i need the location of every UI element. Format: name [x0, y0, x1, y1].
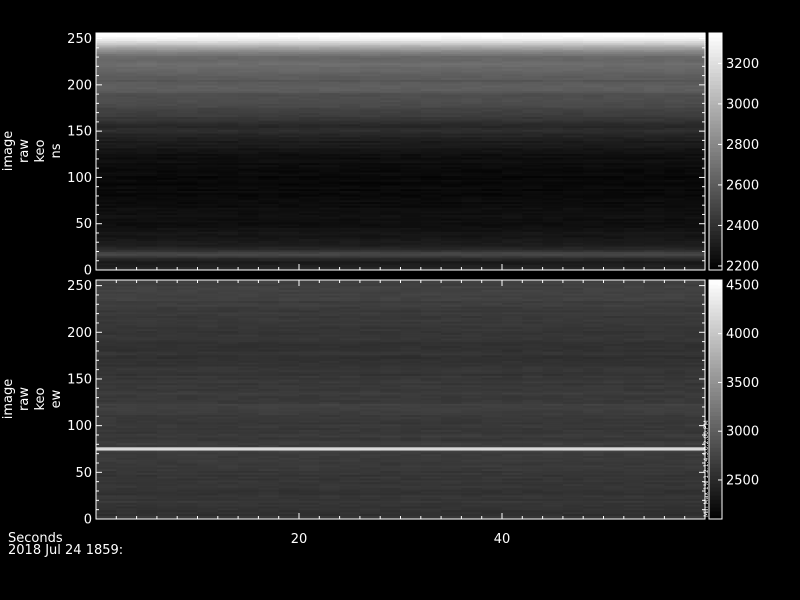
colorbar-cell [709, 179, 722, 184]
colorbar-cell [709, 48, 722, 54]
y-tick-label: 0 [84, 264, 92, 279]
colorbar-cell [709, 84, 722, 89]
colorbar-cell [709, 76, 722, 81]
colorbar-cell [709, 218, 722, 224]
colorbar-cell [709, 64, 722, 70]
colorbar-cell [709, 119, 722, 125]
colorbar-cell [709, 151, 722, 157]
y-tick-label: 250 [67, 32, 92, 47]
keogram-plot-area: 0 50 100 150 200 250 image raw keo ns 2200 2400 2600… [1, 32, 759, 547]
colorbar-cell [709, 72, 722, 78]
colorbar-cell [709, 206, 722, 212]
colorbar-cell [709, 147, 722, 153]
colorbar-cell [709, 115, 722, 121]
y-axis-label-line: image [1, 131, 16, 172]
colorbar-tick-label: 2800 [726, 138, 759, 153]
colorbar-cell [709, 33, 722, 38]
heatmap-image [96, 33, 706, 271]
colorbar-cell [709, 123, 722, 129]
colorbar-cell [709, 198, 722, 204]
y-axis-label: image raw keo ns [1, 131, 64, 172]
colorbar-cell [709, 234, 722, 239]
colorbar-cell [709, 230, 722, 236]
colorbar-cell [709, 194, 722, 200]
colorbar-cell [709, 52, 722, 58]
colorbar-tick-label: 2400 [726, 219, 759, 234]
colorbar-cell [709, 171, 722, 176]
y-axis-label-line: ns [49, 143, 64, 158]
y-tick-label: 50 [75, 217, 92, 232]
colorbar-cell [709, 222, 722, 228]
colorbar-cell [709, 250, 722, 255]
colorbar-cell [709, 254, 722, 259]
heatmap-image [96, 280, 706, 520]
colorbar-cell [709, 96, 722, 101]
colorbar-cell [709, 210, 722, 216]
colorbar-cell [709, 139, 722, 145]
y-axis-label-line: raw [17, 139, 32, 163]
colorbar-cell [709, 159, 722, 164]
keogram-figure: 0 50 100 150 200 250 image raw keo ns 2200 2400 2600… [0, 0, 800, 600]
y-tick-label: 150 [67, 125, 92, 140]
colorbar-cell [709, 56, 722, 62]
colorbar-cell [709, 238, 722, 243]
colorbar-cell [709, 175, 722, 180]
y-tick-label: 200 [67, 78, 92, 93]
colorbar-cell [709, 40, 722, 46]
colorbar-cell [709, 191, 722, 196]
keogram-panel-1: 0 50 100 150 200 250 image raw keo ns 2200 2400 2600… [1, 32, 759, 278]
colorbar-cell [709, 68, 722, 74]
colorbar-cell [709, 246, 722, 251]
colorbar-cell [709, 214, 722, 220]
colorbar-cell [709, 36, 722, 42]
colorbar-cell [709, 258, 722, 263]
colorbar-cell [709, 80, 722, 85]
y-axis-label-line: keo [33, 139, 48, 162]
colorbar-tick-label: 2600 [726, 178, 759, 193]
colorbar-cell [709, 112, 722, 117]
colorbar-cell [709, 88, 722, 93]
y-tick-label: 100 [67, 171, 92, 186]
colorbar-cell [709, 44, 722, 50]
colorbar-cell [709, 155, 722, 160]
colorbar-cell [709, 163, 722, 168]
colorbar-tick-label: 2200 [726, 259, 759, 274]
colorbar-cell [709, 127, 722, 133]
colorbar-cell [709, 108, 722, 113]
colorbar-cell [709, 131, 722, 137]
colorbar-cell [709, 167, 722, 172]
colorbar-cell [709, 187, 722, 192]
colorbar-cell [709, 242, 722, 247]
colorbar-cell [709, 104, 722, 109]
colorbar-tick-label: 3000 [726, 97, 759, 112]
keogram-panel-2: 05010015020025020 40image raw keo ew25003000… [1, 278, 759, 547]
colorbar-tick-label: 3200 [726, 57, 759, 72]
colorbar-cell [709, 226, 722, 232]
colorbar-cell [709, 202, 722, 208]
colorbar-cell [709, 135, 722, 141]
colorbar-cell [709, 92, 722, 97]
colorbar: 2200 2400 2600 2800 3000 3200 [708, 32, 759, 274]
